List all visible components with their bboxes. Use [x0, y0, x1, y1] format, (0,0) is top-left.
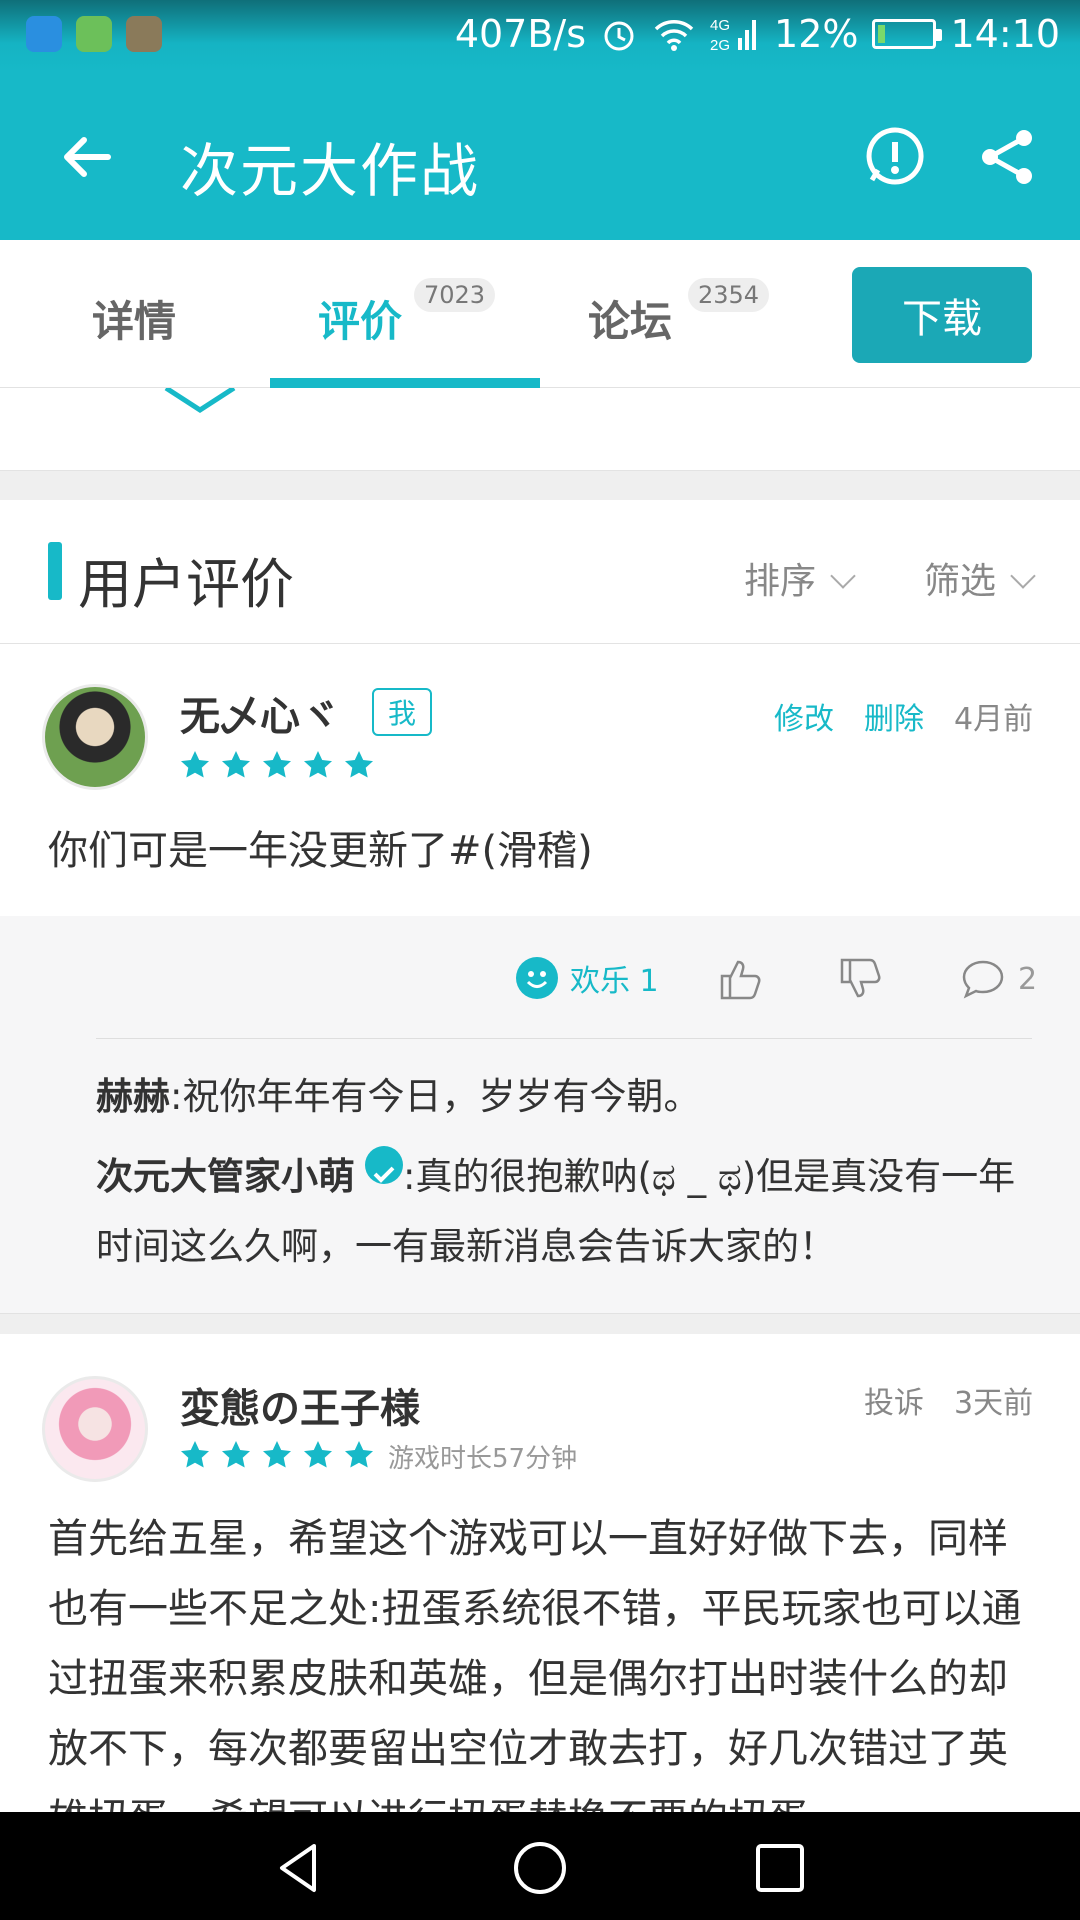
delete-link[interactable]: 删除	[864, 694, 924, 738]
health-app-icon	[126, 16, 162, 52]
section-gap	[0, 470, 1080, 500]
status-bar: 407B/s 4G 2G 12% 14:10	[0, 0, 1080, 72]
review-text: 首先给五星，希望这个游戏可以一直好好做下去，同样也有一些不足之处:扭蛋系统很不错…	[48, 1516, 1022, 1812]
star-rating	[180, 1440, 374, 1470]
signal-icon: 4G2G	[710, 17, 757, 54]
reply-author[interactable]: 赫赫	[96, 1075, 170, 1118]
system-nav-bar	[0, 1812, 1080, 1920]
avatar[interactable]	[42, 1376, 148, 1482]
star-icon	[181, 1441, 209, 1468]
reply-text: :祝你年年有今日，岁岁有今朝。	[170, 1075, 701, 1118]
filter-dropdown[interactable]: 筛选	[924, 552, 1036, 604]
arrow-left-icon[interactable]	[52, 122, 122, 192]
tab-reviews-label: 评价	[318, 297, 403, 346]
tab-bar: 详情 评价 7023 论坛 2354 下载	[0, 240, 1080, 388]
star-icon	[263, 1441, 291, 1468]
sort-label: 排序	[744, 561, 817, 602]
star-icon	[304, 1441, 332, 1468]
verified-badge-icon	[365, 1146, 403, 1184]
joy-label: 欢乐 1	[570, 964, 659, 999]
review-card: 无乄心ヾ 我 修改 删除 4月前 你们可是一年没更新了#(滑稽)	[0, 644, 1080, 916]
review-username[interactable]: 変態の王子様	[180, 1376, 420, 1434]
wifi-icon	[654, 20, 694, 51]
thumbs-up-icon[interactable]	[718, 956, 764, 1002]
review-time: 3天前	[954, 1386, 1034, 1421]
tab-forum-label: 论坛	[588, 297, 673, 346]
star-icon	[181, 751, 209, 778]
page-title: 次元大作战	[180, 137, 481, 205]
star-icon	[222, 751, 250, 778]
star-icon	[263, 751, 291, 778]
reply-item: 次元大管家小萌:真的很抱歉呐(ಥ _ ಥ)但是真没有一年时间这么久啊，一有最新消…	[96, 1142, 1036, 1282]
comment-icon	[962, 960, 1004, 999]
star-icon	[222, 1441, 250, 1468]
svg-text:4G: 4G	[710, 17, 730, 34]
chevron-down-icon	[1010, 563, 1036, 589]
tab-reviews-count: 7023	[414, 278, 496, 312]
review-text: 你们可是一年没更新了#(滑稽)	[48, 828, 593, 874]
back-triangle-icon[interactable]	[270, 1838, 330, 1898]
tab-indicator	[270, 378, 540, 388]
review-time: 4月前	[954, 702, 1034, 737]
review-card: 変態の王子様 游戏时长57分钟 投诉 3天前 首先给五星，希望这个游戏可以一直好…	[0, 1334, 1080, 1812]
tab-details[interactable]: 详情	[92, 288, 176, 349]
thumbs-down-icon[interactable]	[838, 956, 884, 1002]
comment-count: 2	[1018, 961, 1038, 997]
download-button[interactable]: 下载	[852, 267, 1032, 363]
star-rating	[180, 750, 374, 780]
report-link[interactable]: 投诉	[864, 1378, 924, 1422]
app-bar: 次元大作战	[0, 72, 1080, 240]
reply-section: 欢乐 1 2 赫赫:祝你年年有今日，岁岁有今朝。 次元大管家小萌:真的很抱歉呐(…	[0, 916, 1080, 1314]
net-speed: 407B/s	[454, 12, 587, 56]
notification-icons	[26, 16, 162, 52]
tab-details-label: 详情	[92, 297, 177, 346]
edit-link[interactable]: 修改	[774, 694, 834, 738]
filter-label: 筛选	[924, 561, 997, 602]
me-badge: 我	[372, 688, 432, 736]
baidu-app-icon	[26, 16, 62, 52]
chevron-down-icon	[830, 563, 856, 589]
alarm-icon	[604, 21, 634, 51]
reply-item: 赫赫:祝你年年有今日，岁岁有今朝。	[96, 1062, 1036, 1132]
reply-author[interactable]: 次元大管家小萌	[96, 1155, 355, 1198]
playtime: 游戏时长57分钟	[388, 1444, 578, 1474]
divider	[96, 1038, 1032, 1039]
battery-icon	[872, 19, 943, 49]
review-actions: 欢乐 1 2	[0, 956, 1080, 1016]
battery-fill	[878, 25, 885, 43]
svg-text:2G: 2G	[710, 37, 730, 54]
smile-icon	[516, 957, 558, 999]
tab-reviews[interactable]: 评价 7023	[318, 278, 496, 349]
status-right: 407B/s 4G 2G 12% 14:10	[455, 12, 1060, 56]
reviews-header: 用户评价 排序 筛选	[0, 500, 1080, 644]
joy-button[interactable]: 欢乐 1	[516, 956, 659, 1000]
tab-forum-count: 2354	[688, 278, 770, 312]
clock: 14:10	[950, 12, 1060, 56]
exclamation-circle-icon[interactable]	[860, 122, 930, 192]
sort-dropdown[interactable]: 排序	[744, 552, 856, 604]
section-gap	[0, 1314, 1080, 1334]
star-icon	[345, 1441, 373, 1468]
star-icon	[304, 751, 332, 778]
scrolled-content	[0, 388, 1080, 470]
home-circle-icon[interactable]	[510, 1838, 570, 1898]
avatar[interactable]	[42, 684, 148, 790]
contacts-app-icon	[76, 16, 112, 52]
review-username[interactable]: 无乄心ヾ	[180, 684, 340, 742]
rating-shield-icon	[164, 388, 236, 413]
share-icon[interactable]	[972, 122, 1042, 192]
tab-forum[interactable]: 论坛 2354	[588, 278, 770, 349]
battery-percent: 12%	[774, 12, 859, 56]
section-accent-bar	[48, 542, 62, 600]
section-title: 用户评价	[78, 553, 294, 616]
recents-square-icon[interactable]	[750, 1838, 810, 1898]
star-icon	[345, 751, 373, 778]
comment-button[interactable]: 2	[960, 956, 1037, 1002]
